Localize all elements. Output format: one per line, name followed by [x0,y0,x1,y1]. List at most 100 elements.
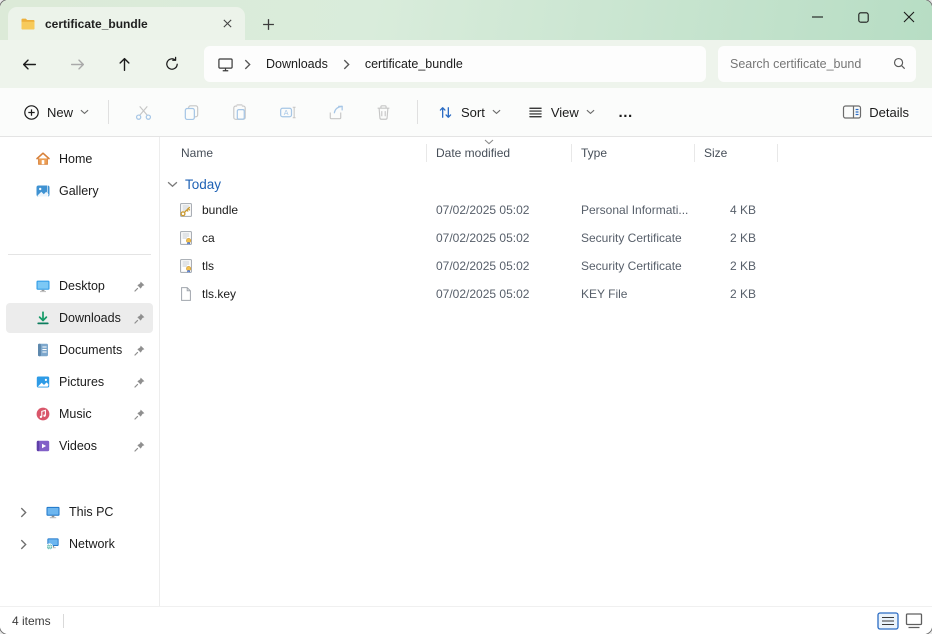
column-header-date-modified[interactable]: Date modified [426,146,571,160]
navigation-bar: Downloads certificate_bundle [0,40,932,88]
chevron-right-icon[interactable] [244,59,251,70]
file-size: 4 KB [694,203,777,217]
address-bar[interactable]: Downloads certificate_bundle [204,46,706,82]
file-row-tls-key[interactable]: tls.key 07/02/2025 05:02 KEY File 2 KB [160,280,932,308]
sort-icon [437,104,454,121]
sidebar-item-desktop[interactable]: Desktop [6,271,153,301]
home-icon [35,151,51,167]
column-divider[interactable] [777,144,778,162]
sidebar-item-music[interactable]: Music [6,399,153,429]
breadcrumb-current-folder[interactable]: certificate_bundle [360,53,468,75]
forward-icon[interactable] [58,46,96,82]
back-icon[interactable] [10,46,48,82]
pin-icon [133,312,146,325]
videos-icon [35,438,51,454]
sidebar-item-this-pc[interactable]: This PC [6,497,153,527]
new-button[interactable]: New [14,97,98,128]
close-window-icon[interactable] [886,0,932,34]
chevron-right-icon[interactable] [343,59,350,70]
details-view-icon[interactable] [877,612,899,630]
pin-icon [133,440,146,453]
chevron-right-icon[interactable] [20,507,30,518]
file-name: tls.key [202,287,236,301]
search-input[interactable] [718,46,916,82]
music-icon [35,406,51,422]
sidebar-item-label: Music [59,407,92,421]
chevron-right-icon[interactable] [20,539,30,550]
file-row-ca[interactable]: ca 07/02/2025 05:02 Security Certificate… [160,224,932,252]
sidebar-item-downloads[interactable]: Downloads [6,303,153,333]
command-toolbar: New A Sort [0,88,932,137]
file-size: 2 KB [694,231,777,245]
view-button[interactable]: View [518,97,604,128]
sort-button-label: Sort [461,105,485,120]
share-icon[interactable] [313,94,357,130]
file-row-bundle[interactable]: bundle 07/02/2025 05:02 Personal Informa… [160,196,932,224]
delete-icon[interactable] [361,94,405,130]
sidebar-item-documents[interactable]: Documents [6,335,153,365]
sidebar-item-gallery[interactable]: Gallery [6,176,153,206]
column-header-type[interactable]: Type [571,146,694,160]
refresh-icon[interactable] [153,46,191,82]
search-icon[interactable] [892,56,907,71]
window-controls [794,0,932,34]
file-size: 2 KB [694,259,777,273]
file-size: 2 KB [694,287,777,301]
column-header-name[interactable]: Name [160,146,426,160]
sort-button[interactable]: Sort [428,97,510,128]
tab-title: certificate_bundle [45,17,209,31]
items-count: 4 items [12,614,51,628]
network-icon [45,536,61,552]
details-pane-button[interactable]: Details [833,97,918,127]
status-bar: 4 items [0,606,932,634]
sidebar-item-videos[interactable]: Videos [6,431,153,461]
chevron-down-icon [80,109,89,115]
pin-icon [133,408,146,421]
maximize-icon[interactable] [840,0,886,34]
sidebar: Home Gallery Desktop [0,137,160,606]
breadcrumb-downloads[interactable]: Downloads [261,53,333,75]
sidebar-item-label: Videos [59,439,97,453]
sidebar-item-label: Network [69,537,115,551]
pin-icon [133,344,146,357]
sidebar-spacer [0,463,159,497]
tab-close-icon[interactable] [218,15,236,33]
new-tab-icon[interactable] [258,14,278,34]
group-header-today[interactable]: Today [160,172,932,196]
file-row-tls[interactable]: tls 07/02/2025 05:02 Security Certificat… [160,252,932,280]
copy-icon[interactable] [169,94,213,130]
paste-icon[interactable] [217,94,261,130]
sidebar-item-home[interactable]: Home [6,144,153,174]
explorer-tab[interactable]: certificate_bundle [8,7,245,40]
sidebar-item-label: Gallery [59,184,99,198]
minimize-icon[interactable] [794,0,840,34]
more-options-icon[interactable]: … [604,104,648,121]
sidebar-item-network[interactable]: Network [6,529,153,559]
plus-circle-icon [23,104,40,121]
column-header-size[interactable]: Size [694,146,777,160]
file-type: Security Certificate [571,259,694,273]
status-separator [63,614,64,628]
file-list-pane: Name Date modified Type Size Toda [160,137,932,606]
column-headers: Name Date modified Type Size [160,140,932,166]
sidebar-item-pictures[interactable]: Pictures [6,367,153,397]
column-divider[interactable] [571,144,572,162]
pin-icon [133,280,146,293]
sidebar-divider [8,254,151,255]
rename-icon[interactable]: A [265,94,309,130]
column-divider[interactable] [694,144,695,162]
thumbnails-view-icon[interactable] [904,612,924,630]
group-label: Today [185,177,221,192]
content-area: Home Gallery Desktop [0,137,932,606]
desktop-icon [35,278,51,294]
file-date: 07/02/2025 05:02 [426,231,571,245]
view-icon [527,104,544,121]
column-divider[interactable] [426,144,427,162]
group-chevron-down-icon[interactable] [167,181,178,188]
up-icon[interactable] [105,46,143,82]
sidebar-item-label: Desktop [59,279,105,293]
security-certificate-icon [178,230,194,246]
sidebar-item-label: Home [59,152,92,166]
cut-icon[interactable] [121,94,165,130]
toolbar-separator [108,100,109,124]
